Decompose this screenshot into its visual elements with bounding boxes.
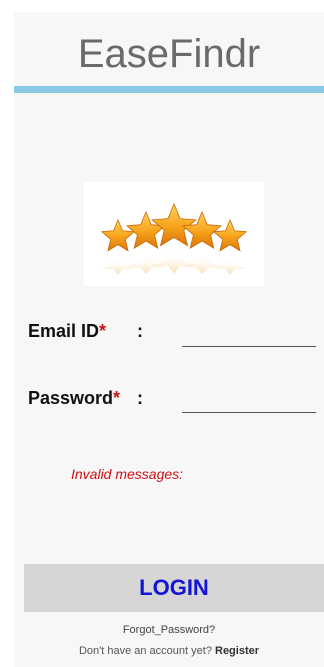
- register-prompt: Don't have an account yet? Register: [14, 645, 324, 657]
- email-label: Email ID*: [28, 321, 107, 341]
- star-reflection: [213, 259, 247, 275]
- title-underline: [14, 86, 324, 93]
- password-colon: :: [137, 388, 143, 408]
- no-account-text: Don't have an account yet?: [78, 645, 212, 657]
- email-colon: :: [137, 321, 143, 341]
- login-button[interactable]: LOGIN: [24, 564, 324, 612]
- password-label: Password*: [28, 388, 121, 408]
- star-reflection: [152, 252, 196, 274]
- validation-message: Invalid messages:: [71, 466, 184, 482]
- five-stars-icon: [84, 182, 264, 286]
- password-field[interactable]: [182, 390, 316, 413]
- login-screen: EaseFindr Email ID* : Password* : Invali…: [14, 12, 324, 667]
- forgot-password-link[interactable]: Forgot_Password?: [14, 624, 324, 636]
- star-icon: [100, 218, 136, 252]
- email-field[interactable]: [182, 324, 316, 347]
- star-icon: [212, 218, 248, 252]
- star-icon: [151, 202, 197, 247]
- star-reflection: [183, 255, 221, 274]
- required-marker: *: [99, 321, 107, 341]
- app-title: EaseFindr: [77, 32, 261, 76]
- star-icon: [126, 210, 166, 250]
- star-icon: [182, 210, 222, 250]
- register-link[interactable]: Register: [215, 645, 259, 657]
- required-marker: *: [113, 388, 121, 408]
